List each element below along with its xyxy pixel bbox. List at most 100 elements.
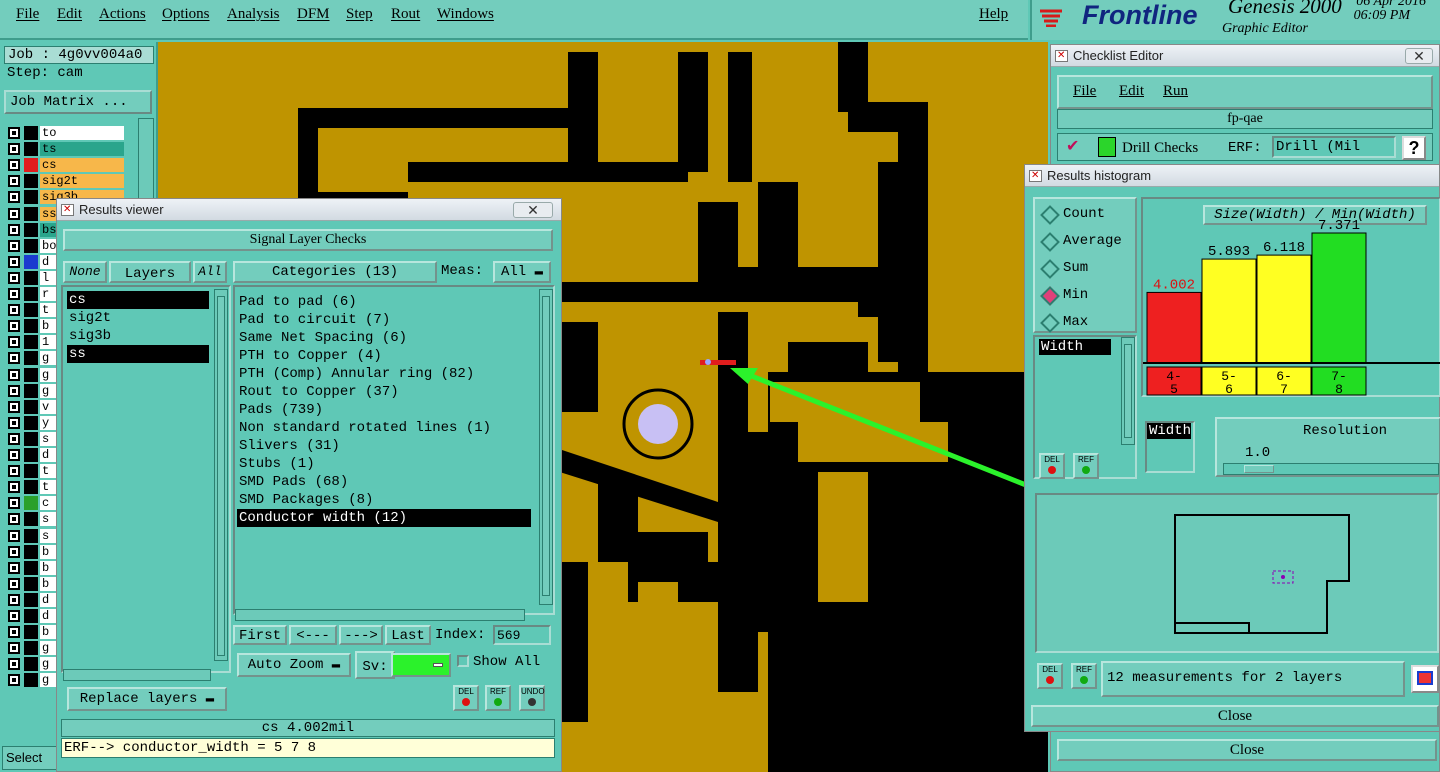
layer-swatch[interactable] [24,254,38,269]
hist-ref-button[interactable]: REF [1073,453,1099,479]
layer-swatch[interactable] [24,641,38,656]
category-list-item[interactable]: PTH to Copper (4) [237,347,531,365]
last-button[interactable]: Last [385,625,431,645]
layer-checkbox[interactable] [8,143,20,156]
prev-button[interactable]: <--- [289,625,337,645]
drill-checks-row[interactable]: ✔ Drill Checks ERF: Drill (Mil ? [1057,133,1433,161]
category-list-item[interactable]: Pads (739) [237,401,531,419]
layers-listbox[interactable]: cs sig2t sig3b ss [61,285,231,673]
first-button[interactable]: First [233,625,287,645]
menu-edit[interactable]: Edit [57,6,82,23]
statistic-option[interactable]: Max [1035,311,1135,335]
layer-checkbox[interactable] [8,400,20,413]
layer-swatch[interactable] [24,206,38,221]
layer-swatch[interactable] [24,158,38,173]
layer-checkbox[interactable] [8,497,20,510]
layer-checkbox[interactable] [8,416,20,429]
layer-checkbox[interactable] [8,513,20,526]
checklist-menu-run[interactable]: Run [1163,83,1188,100]
index-input[interactable] [493,625,551,645]
menu-step[interactable]: Step [346,6,373,23]
layer-checkbox[interactable] [8,255,20,268]
layer-row[interactable]: sig2t [4,174,124,189]
layer-row[interactable]: cs [4,158,124,173]
layer-swatch[interactable] [24,544,38,559]
category-list-item[interactable]: Non standard rotated lines (1) [237,419,531,437]
layer-swatch[interactable] [24,303,38,318]
layer-swatch[interactable] [24,592,38,607]
layer-swatch[interactable] [24,576,38,591]
layer-swatch[interactable] [24,174,38,189]
layer-row[interactable]: ts [4,142,124,157]
results-viewer-titlebar[interactable]: Results viewer ✕ [57,199,561,221]
preview-ref-button[interactable]: REF [1071,663,1097,689]
category-list-item[interactable]: Pad to pad (6) [237,293,531,311]
layer-list-item[interactable]: ss [67,345,209,363]
erf-value[interactable]: Drill (Mil [1272,136,1396,158]
layer-checkbox[interactable] [8,432,20,445]
layer-checkbox[interactable] [8,577,20,590]
help-icon[interactable]: ? [1402,136,1426,160]
auto-zoom-dropdown[interactable]: Auto Zoom ▬ [237,653,351,677]
width-listbox[interactable]: Width [1145,421,1195,473]
hist-del-button[interactable]: DEL [1039,453,1065,479]
layer-swatch[interactable] [24,448,38,462]
width-item[interactable]: Width [1147,423,1191,439]
histogram-bar[interactable] [1146,291,1202,364]
layer-swatch[interactable] [24,480,38,495]
layer-checkbox[interactable] [8,449,20,461]
checklist-menu-file[interactable]: File [1073,83,1096,100]
layer-checkbox[interactable] [8,320,20,333]
layer-swatch[interactable] [24,496,38,511]
layer-checkbox[interactable] [8,481,20,494]
resolution-slider[interactable] [1223,463,1439,475]
statistic-option[interactable]: Sum [1035,257,1135,281]
radio-icon[interactable] [1040,232,1060,252]
layer-checkbox[interactable] [8,384,20,397]
menu-dfm[interactable]: DFM [297,6,330,23]
category-list-item[interactable]: Same Net Spacing (6) [237,329,531,347]
categories-listbox[interactable]: Pad to pad (6) Pad to circuit (7) Same Net… [233,285,555,615]
radio-icon[interactable] [1040,205,1060,225]
category-list-item[interactable]: SMD Pads (68) [237,473,531,491]
layer-swatch[interactable] [24,431,38,446]
category-list-item[interactable]: Stubs (1) [237,455,531,473]
del-button[interactable]: DEL [453,685,479,711]
layer-swatch[interactable] [24,335,38,350]
layer-list-item[interactable]: sig3b [67,327,209,345]
preview-del-button[interactable]: DEL [1037,663,1063,689]
layer-swatch[interactable] [24,512,38,527]
category-list-item[interactable]: Slivers (31) [237,437,531,455]
histogram-bar[interactable] [1201,258,1257,364]
undo-button[interactable]: UNDO [519,685,545,711]
category-list-item[interactable]: Rout to Copper (37) [237,383,531,401]
layer-row[interactable]: to [4,126,124,140]
menu-analysis[interactable]: Analysis [227,6,280,23]
layer-checkbox[interactable] [8,368,20,381]
layer-name[interactable]: sig2t [40,174,124,189]
layer-swatch[interactable] [24,270,38,285]
next-button[interactable]: ---> [339,625,383,645]
layer-swatch[interactable] [24,657,38,672]
menu-file[interactable]: File [16,6,39,23]
layer-swatch[interactable] [24,383,38,398]
layer-name[interactable]: ts [40,142,124,157]
layer-name[interactable]: to [40,126,124,140]
layer-name[interactable]: cs [40,158,124,173]
none-button[interactable]: None [63,261,107,283]
ref-button[interactable]: REF [485,685,511,711]
layer-checkbox[interactable] [8,465,20,478]
layer-checkbox[interactable] [8,610,20,622]
layer-checkbox[interactable] [8,529,20,542]
category-list-item[interactable]: Conductor width (12) [237,509,531,527]
measurement-scrollbar[interactable] [1121,337,1135,445]
close-icon[interactable]: ✕ [513,202,553,218]
checklist-editor-titlebar[interactable]: Checklist Editor ✕ [1051,45,1439,67]
zoom-icon[interactable] [1411,665,1439,693]
job-matrix-button[interactable]: Job Matrix ... [4,90,152,114]
layer-swatch[interactable] [24,126,38,140]
layer-swatch[interactable] [24,464,38,479]
layer-checkbox[interactable] [8,191,20,204]
layer-swatch[interactable] [24,142,38,157]
layer-swatch[interactable] [24,609,38,623]
